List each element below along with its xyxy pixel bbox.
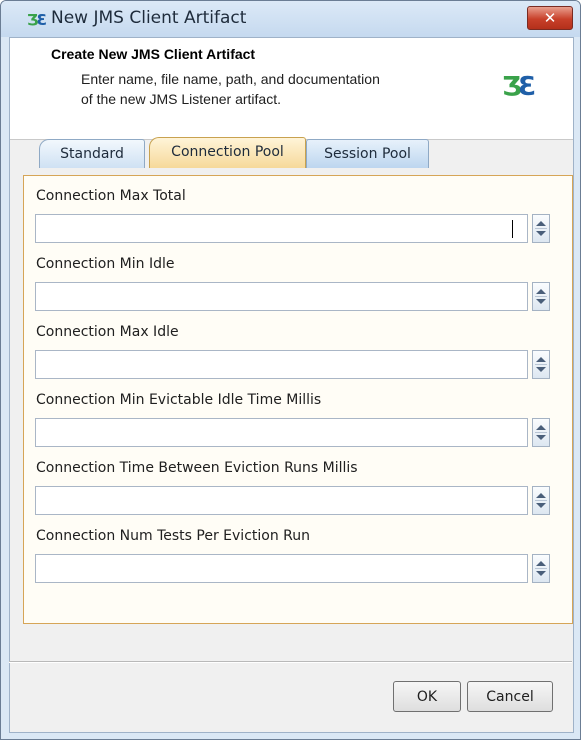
spin-up-icon[interactable]: [536, 357, 546, 362]
header-description-line2: of the new JMS Listener artifact.: [81, 91, 281, 107]
dialog-window: ӠƐ New JMS Client Artifact ✕ Create New …: [0, 0, 581, 740]
spin-up-icon[interactable]: [536, 493, 546, 498]
spin-divider: [535, 500, 547, 501]
field-label: Connection Min Evictable Idle Time Milli…: [36, 392, 322, 408]
spin-up-icon[interactable]: [536, 425, 546, 430]
field-label: Connection Max Idle: [36, 324, 179, 340]
tab-connection-pool[interactable]: Connection Pool: [149, 137, 306, 168]
field-label: Connection Min Idle: [36, 256, 175, 272]
tab-standard[interactable]: Standard: [39, 139, 145, 168]
spinner-buttons[interactable]: [532, 214, 550, 243]
connection-min-idle-input[interactable]: [35, 282, 528, 311]
spin-divider: [535, 296, 547, 297]
spinner-buttons[interactable]: [532, 554, 550, 583]
header-description-line1: Enter name, file name, path, and documen…: [81, 71, 380, 87]
spin-down-icon[interactable]: [536, 435, 546, 440]
spin-divider: [535, 568, 547, 569]
close-button[interactable]: ✕: [527, 6, 573, 30]
connection-pool-panel: Connection Max Total Connection Min Idle…: [23, 175, 573, 624]
tab-session-pool[interactable]: Session Pool: [306, 139, 429, 168]
header-description: Enter name, file name, path, and documen…: [81, 69, 481, 109]
connection-num-tests-per-eviction-run-input[interactable]: [35, 554, 528, 583]
spin-down-icon[interactable]: [536, 231, 546, 236]
window-title: New JMS Client Artifact: [51, 8, 247, 28]
cancel-button[interactable]: Cancel: [467, 681, 553, 712]
dialog-header: Create New JMS Client Artifact Enter nam…: [10, 38, 573, 140]
spin-divider: [535, 228, 547, 229]
jms-client-logo-icon: ӠƐ: [502, 72, 536, 102]
spin-down-icon[interactable]: [536, 571, 546, 576]
spin-divider: [535, 364, 547, 365]
button-bar-separator-highlight: [9, 662, 572, 663]
field-label: Connection Num Tests Per Eviction Run: [36, 528, 311, 544]
jms-client-icon: ӠƐ: [27, 11, 47, 29]
field-label: Connection Max Total: [36, 188, 186, 204]
spin-up-icon[interactable]: [536, 289, 546, 294]
connection-time-between-eviction-runs-input[interactable]: [35, 486, 528, 515]
connection-max-idle-input[interactable]: [35, 350, 528, 379]
spin-down-icon[interactable]: [536, 503, 546, 508]
title-bar[interactable]: ӠƐ New JMS Client Artifact ✕: [1, 1, 580, 37]
field-label: Connection Time Between Eviction Runs Mi…: [36, 460, 358, 476]
connection-max-total-input[interactable]: [35, 214, 528, 243]
ok-button[interactable]: OK: [393, 681, 461, 712]
header-title: Create New JMS Client Artifact: [51, 46, 256, 62]
spin-down-icon[interactable]: [536, 299, 546, 304]
spinner-buttons[interactable]: [532, 350, 550, 379]
connection-min-evictable-idle-time-input[interactable]: [35, 418, 528, 447]
spinner-buttons[interactable]: [532, 418, 550, 447]
spin-up-icon[interactable]: [536, 561, 546, 566]
spinner-buttons[interactable]: [532, 486, 550, 515]
spin-up-icon[interactable]: [536, 221, 546, 226]
spinner-buttons[interactable]: [532, 282, 550, 311]
spin-down-icon[interactable]: [536, 367, 546, 372]
spin-divider: [535, 432, 547, 433]
